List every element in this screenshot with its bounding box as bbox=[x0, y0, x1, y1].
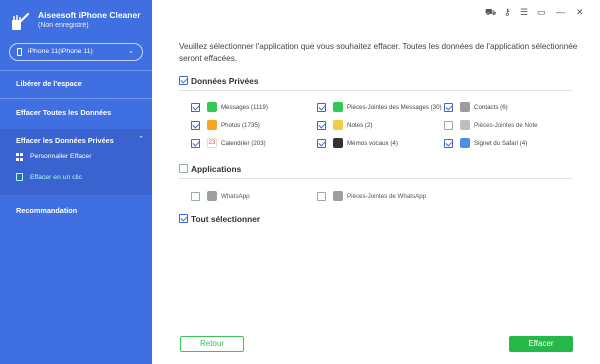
sidebar: Aiseesoft iPhone Cleaner (Non enregistré… bbox=[0, 0, 152, 364]
item-checkbox[interactable] bbox=[317, 121, 326, 130]
divider bbox=[179, 90, 572, 91]
divider bbox=[0, 98, 152, 99]
item-checkbox[interactable] bbox=[317, 139, 326, 148]
grid-icon bbox=[16, 153, 24, 161]
item-checkbox[interactable] bbox=[444, 139, 453, 148]
sidebar-subitem-custom-erase[interactable]: Personnalier Effacer bbox=[30, 153, 91, 160]
sidebar-item-erase-all[interactable]: Effacer Toutes les Données bbox=[16, 108, 111, 117]
item-label: Pièces-Jointes de Note bbox=[474, 122, 538, 129]
item-checkbox[interactable] bbox=[191, 192, 200, 201]
instructions-text: Veuillez sélectionner l'application que … bbox=[179, 42, 578, 63]
safari-bookmarks-icon bbox=[460, 138, 470, 148]
phone-icon bbox=[17, 48, 22, 56]
app-logo-icon bbox=[12, 12, 30, 30]
item-label: Contacts (6) bbox=[474, 104, 508, 111]
item-label: Pièces-Jointes de WhatsApp bbox=[347, 193, 427, 200]
note-attachments-icon bbox=[460, 120, 470, 130]
cart-icon[interactable]: ⛟ bbox=[485, 7, 496, 19]
item-checkbox[interactable] bbox=[444, 121, 453, 130]
minimize-icon[interactable]: — bbox=[556, 7, 565, 17]
sidebar-subitem-one-click-erase[interactable]: Effacer en un clic bbox=[30, 174, 82, 181]
item-checkbox[interactable] bbox=[191, 139, 200, 148]
item-checkbox[interactable] bbox=[191, 121, 200, 130]
device-name: iPhone 11(iPhone 11) bbox=[28, 48, 93, 55]
message-attachments-icon bbox=[333, 102, 343, 112]
select-all-label: Tout sélectionner bbox=[191, 214, 261, 224]
whatsapp-attachments-icon bbox=[333, 191, 343, 201]
sidebar-item-free-space[interactable]: Libérer de l'espace bbox=[16, 79, 82, 88]
chevron-down-icon: ⌄ bbox=[128, 48, 134, 55]
messages-icon bbox=[207, 102, 217, 112]
app-title: Aiseesoft iPhone Cleaner bbox=[38, 10, 141, 20]
photos-icon bbox=[207, 120, 217, 130]
divider bbox=[179, 178, 572, 179]
item-label: Signet du Safari (4) bbox=[474, 140, 528, 147]
close-icon[interactable]: ✕ bbox=[576, 7, 584, 18]
item-label: Notes (2) bbox=[347, 122, 373, 129]
notes-icon bbox=[333, 120, 343, 130]
item-label: Messages (1119) bbox=[221, 104, 268, 111]
chevron-up-icon: ⌃ bbox=[138, 136, 144, 143]
contacts-icon bbox=[460, 102, 470, 112]
sidebar-item-erase-private[interactable]: Effacer les Données Privées ⌃ Personnali… bbox=[0, 129, 152, 195]
trash-icon bbox=[16, 173, 23, 181]
item-checkbox[interactable] bbox=[317, 103, 326, 112]
private-data-title: Données Privées bbox=[191, 76, 259, 86]
back-button[interactable]: Retour bbox=[180, 336, 244, 352]
item-label: WhatsApp bbox=[221, 193, 250, 200]
divider bbox=[0, 70, 152, 71]
whatsapp-icon bbox=[207, 191, 217, 201]
feedback-icon[interactable]: ▭ bbox=[537, 7, 546, 18]
applications-title: Applications bbox=[191, 164, 242, 174]
voice-memos-icon bbox=[333, 138, 343, 148]
applications-checkbox[interactable] bbox=[179, 164, 188, 173]
item-checkbox[interactable] bbox=[191, 103, 200, 112]
sidebar-item-recommendation[interactable]: Recommandation bbox=[16, 206, 77, 215]
key-icon[interactable]: ⚷ bbox=[504, 7, 511, 18]
item-checkbox[interactable] bbox=[317, 192, 326, 201]
registration-status: (Non enregistré) bbox=[38, 22, 89, 29]
erase-button[interactable]: Effacer bbox=[509, 336, 573, 352]
calendar-icon: 23 bbox=[207, 138, 217, 148]
select-all-checkbox[interactable] bbox=[179, 214, 188, 223]
item-label: Pièces-Jointes des Messages (30) bbox=[347, 104, 442, 111]
main-panel: ⛟ ⚷ ☰ ▭ — ✕ Veuillez sélectionner l'appl… bbox=[152, 0, 600, 364]
sidebar-item-erase-private-label: Effacer les Données Privées bbox=[16, 136, 114, 145]
item-label: Photos (1735) bbox=[221, 122, 260, 129]
item-label: Calendrier (203) bbox=[221, 140, 266, 147]
device-select[interactable]: iPhone 11(iPhone 11) ⌄ bbox=[9, 43, 143, 61]
item-checkbox[interactable] bbox=[444, 103, 453, 112]
item-label: Mémos vocaux (4) bbox=[347, 140, 398, 147]
menu-icon[interactable]: ☰ bbox=[520, 7, 528, 18]
private-data-checkbox[interactable] bbox=[179, 76, 188, 85]
